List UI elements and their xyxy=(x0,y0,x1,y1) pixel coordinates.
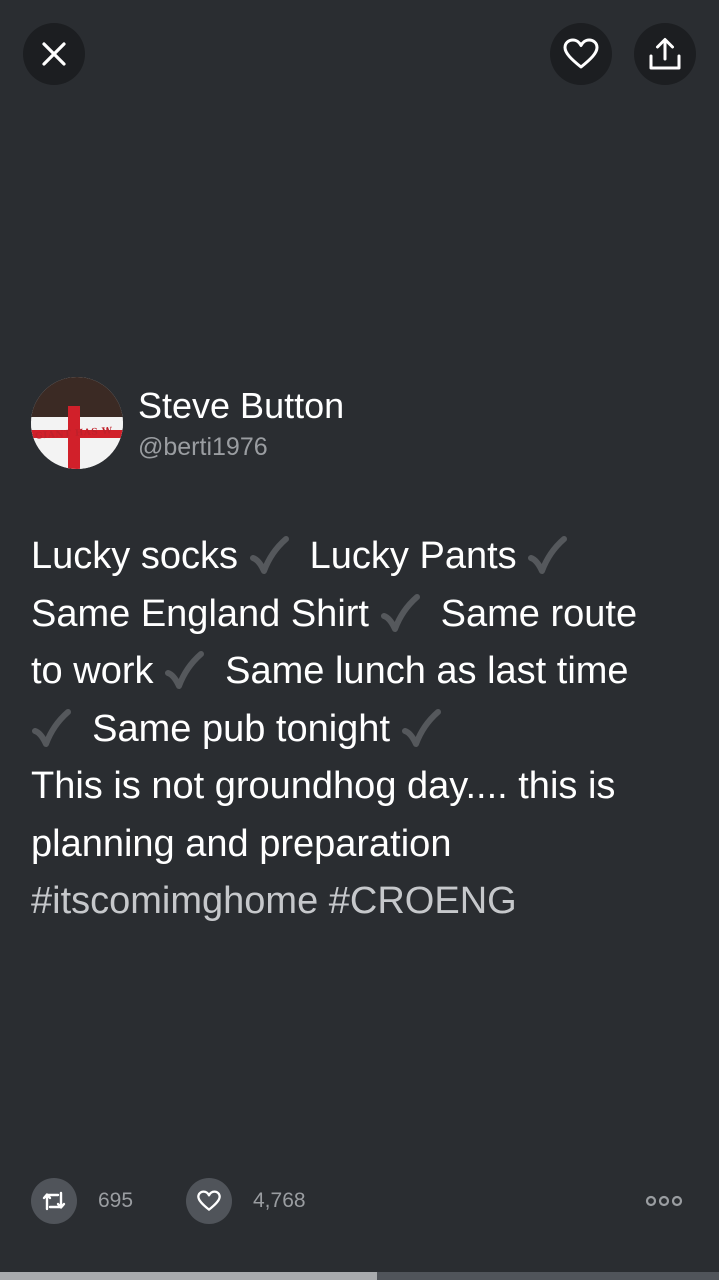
avatar[interactable]: GIANT HAS W xyxy=(31,377,123,469)
check-mark-icon xyxy=(165,651,205,689)
tweet-author[interactable]: GIANT HAS W Steve Button @berti1976 xyxy=(31,377,344,469)
close-icon xyxy=(42,42,66,66)
like-count: 4,768 xyxy=(253,1189,306,1212)
like-button[interactable] xyxy=(186,1178,232,1224)
tweet-text: Lucky socks Lucky Pants Same England Shi… xyxy=(31,528,691,931)
action-bar: 695 4,768 xyxy=(0,1178,719,1226)
tweet-segment: Same England Shirt xyxy=(31,592,369,635)
share-button[interactable] xyxy=(634,23,696,85)
more-button[interactable] xyxy=(642,1188,686,1214)
tweet-segment: Lucky socks xyxy=(31,535,238,577)
heart-icon xyxy=(197,1190,221,1211)
tweet-segment: Same route xyxy=(430,592,638,635)
check-mark-icon xyxy=(401,708,441,747)
progress-fill xyxy=(0,1272,378,1280)
check-mark-icon xyxy=(528,536,568,574)
check-mark-icon xyxy=(380,593,420,632)
more-icon xyxy=(645,1195,683,1207)
hashtags[interactable]: #itscomimghome #CROENG xyxy=(31,873,691,931)
tweet-line-6: planning and preparation xyxy=(31,822,452,865)
retweet-icon xyxy=(42,1191,66,1211)
heart-icon xyxy=(563,38,599,69)
like-button-top[interactable] xyxy=(550,23,612,85)
retweet-button[interactable] xyxy=(31,1178,77,1224)
tweet-line-1: Lucky socks Lucky Pants xyxy=(31,528,691,586)
tweet-segment: Same pub tonight xyxy=(81,707,390,750)
tweet-line-3: to work Same lunch as last time xyxy=(31,643,691,701)
author-names: Steve Button @berti1976 xyxy=(138,384,344,463)
close-button[interactable] xyxy=(23,23,85,85)
check-mark-icon xyxy=(32,708,71,747)
tweet-line-2: Same England Shirt Same route xyxy=(31,586,691,644)
tweet-segment: Same lunch as last time xyxy=(214,650,629,692)
display-name[interactable]: Steve Button xyxy=(138,384,344,428)
tweet-line-5: This is not groundhog day.... this is xyxy=(31,765,616,807)
check-mark-icon xyxy=(249,536,289,574)
retweet-count: 695 xyxy=(98,1189,134,1212)
tweet-line-4: Same pub tonight xyxy=(31,701,691,759)
tweet-segment: to work xyxy=(31,650,154,692)
progress-bar xyxy=(0,1272,719,1280)
share-icon xyxy=(649,38,681,70)
handle[interactable]: @berti1976 xyxy=(138,431,344,463)
tweet-segment: Lucky Pants xyxy=(299,535,517,577)
